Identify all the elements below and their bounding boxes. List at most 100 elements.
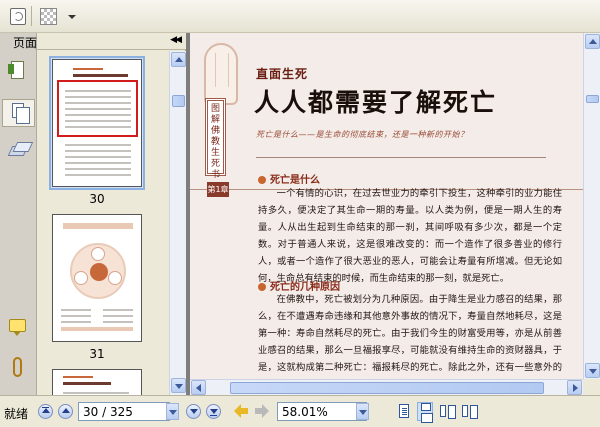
section-bullet-icon	[258, 176, 266, 184]
thumb-text-line	[103, 309, 133, 311]
bookmarks-tab[interactable]	[5, 57, 31, 85]
scroll-down-button[interactable]	[171, 378, 186, 393]
page-title: 人人都需要了解死亡	[254, 88, 498, 117]
thumb-text-line	[63, 392, 129, 394]
pages-panel: 页面 ◀◀ 30 31	[13, 33, 186, 395]
go-forward-arrow-icon[interactable]	[255, 404, 269, 418]
thumb-text-line	[65, 156, 131, 158]
continuous-facing-layout-button[interactable]	[461, 402, 478, 421]
last-page-button[interactable]	[206, 404, 221, 419]
status-ready-text: 就绪	[4, 407, 29, 421]
thumb-diagram-node	[74, 271, 88, 285]
facing-pages-icon	[440, 405, 456, 419]
section-bullet-icon	[258, 283, 266, 291]
chevron-down-icon	[68, 15, 76, 19]
scroll-up-button[interactable]	[585, 34, 600, 49]
page-thumbnail[interactable]	[52, 59, 142, 187]
body-paragraph: 在佛教中，死亡被划分为几种原因。由于降生是业力感召的结果，那么，在不遭遇寿命违缘…	[258, 294, 562, 373]
continuous-layout-button[interactable]	[417, 402, 433, 423]
page-dropdown-button[interactable]	[166, 403, 179, 420]
first-page-button[interactable]	[38, 404, 53, 419]
thumb-text-line	[61, 321, 91, 323]
transparency-tool-button[interactable]	[36, 5, 60, 27]
page-number-input[interactable]: 30 / 325	[78, 402, 170, 421]
thumbnail-page-number: 31	[89, 347, 105, 361]
thumb-diagram-node	[108, 271, 122, 285]
page-thumbnail[interactable]	[52, 369, 142, 395]
thumb-title-line	[63, 382, 111, 385]
scrollbar-corner	[583, 379, 600, 395]
thumb-diagram-circle	[70, 243, 126, 299]
thumb-text-line	[103, 321, 133, 323]
section-heading: 死亡是什么	[258, 171, 320, 186]
toolbar-dropdown-button[interactable]	[64, 5, 78, 27]
scroll-thumb[interactable]	[586, 95, 599, 103]
checkerboard-icon	[40, 8, 57, 25]
thumb-header-band	[63, 223, 133, 229]
status-bar: 就绪 30 / 325 58.01%	[0, 395, 600, 427]
pages-tab[interactable]	[2, 99, 35, 127]
attachments-tab[interactable]	[5, 355, 31, 383]
thumb-text-line	[65, 120, 131, 122]
thumb-text-line	[65, 150, 131, 152]
document-view: 图解佛教生死书 第1章 直面生死 人人都需要了解死亡 死亡是什么——是生命的彻底…	[186, 33, 600, 395]
single-page-icon	[399, 404, 409, 418]
thumb-footer-band	[61, 327, 133, 331]
facing-layout-button[interactable]	[439, 402, 456, 421]
toolbar-separator	[31, 6, 32, 26]
thumb-text-line	[61, 309, 91, 311]
body-paragraph: 一个有情的心识，在过去世业力的牵引下投生，这种牵引的业力能住持多久，便决定了其生…	[258, 188, 562, 284]
thumb-text-line	[65, 168, 131, 170]
scroll-left-button[interactable]	[191, 380, 206, 395]
scroll-right-button[interactable]	[567, 380, 582, 395]
next-page-button[interactable]	[186, 404, 201, 419]
scroll-down-button[interactable]	[585, 363, 600, 378]
page-thumbnail[interactable]	[52, 214, 142, 342]
thumb-diagram-node	[91, 247, 105, 261]
attachments-icon	[13, 357, 22, 377]
thumb-text-line	[73, 68, 103, 70]
scroll-thumb[interactable]	[230, 382, 544, 394]
collapse-panel-button[interactable]: ◀◀	[170, 35, 182, 45]
thumbnail-scrollbar[interactable]	[169, 51, 186, 395]
single-page-layout-button[interactable]	[396, 402, 412, 421]
thumb-text-line	[65, 174, 131, 176]
thumb-text-line	[65, 102, 131, 104]
document-icon	[10, 8, 26, 25]
chapter-tab: 第1章	[207, 182, 229, 197]
comments-tab[interactable]	[5, 314, 31, 342]
bookmarks-icon	[8, 61, 24, 79]
pdf-page: 图解佛教生死书 第1章 直面生死 人人都需要了解死亡 死亡是什么——是生命的彻底…	[190, 33, 583, 379]
thumb-diagram-core	[90, 263, 108, 281]
comments-icon	[9, 319, 26, 336]
thumbnail-list: 30 31	[37, 51, 169, 395]
previous-page-button[interactable]	[58, 404, 73, 419]
go-back-arrow-icon[interactable]	[234, 404, 248, 418]
thumb-text-line	[65, 144, 131, 146]
scroll-thumb[interactable]	[172, 95, 185, 107]
zoom-dropdown-button[interactable]	[356, 403, 369, 420]
thumbnail-page-number: 30	[89, 192, 105, 206]
scroll-up-button[interactable]	[171, 52, 186, 67]
thumb-text-line	[65, 162, 131, 164]
panel-title: 页面	[13, 36, 38, 50]
thumb-text-line	[65, 96, 131, 98]
navigation-pane-tabs	[0, 33, 37, 395]
thumb-text-line	[103, 315, 133, 317]
thumb-text-line	[63, 376, 93, 378]
lotus-ornament-icon	[204, 43, 238, 105]
subtitle-rule	[256, 157, 546, 158]
thumb-text-line	[65, 114, 131, 116]
page-subtitle: 死亡是什么——是生命的彻底结束，还是一种新的开始？	[256, 130, 469, 139]
thumb-text-line	[61, 315, 91, 317]
document-tool-button[interactable]	[6, 5, 30, 27]
layers-tab[interactable]	[5, 139, 31, 167]
zoom-level-input[interactable]: 58.01%	[277, 402, 367, 421]
document-vertical-scrollbar[interactable]	[583, 33, 600, 379]
thumb-text-line	[65, 108, 131, 110]
continuous-page-icon	[421, 403, 433, 423]
pages-icon	[12, 103, 30, 124]
pages-panel-header: 页面 ◀◀	[13, 33, 186, 50]
document-horizontal-scrollbar[interactable]	[190, 379, 583, 395]
layers-icon	[7, 146, 29, 156]
